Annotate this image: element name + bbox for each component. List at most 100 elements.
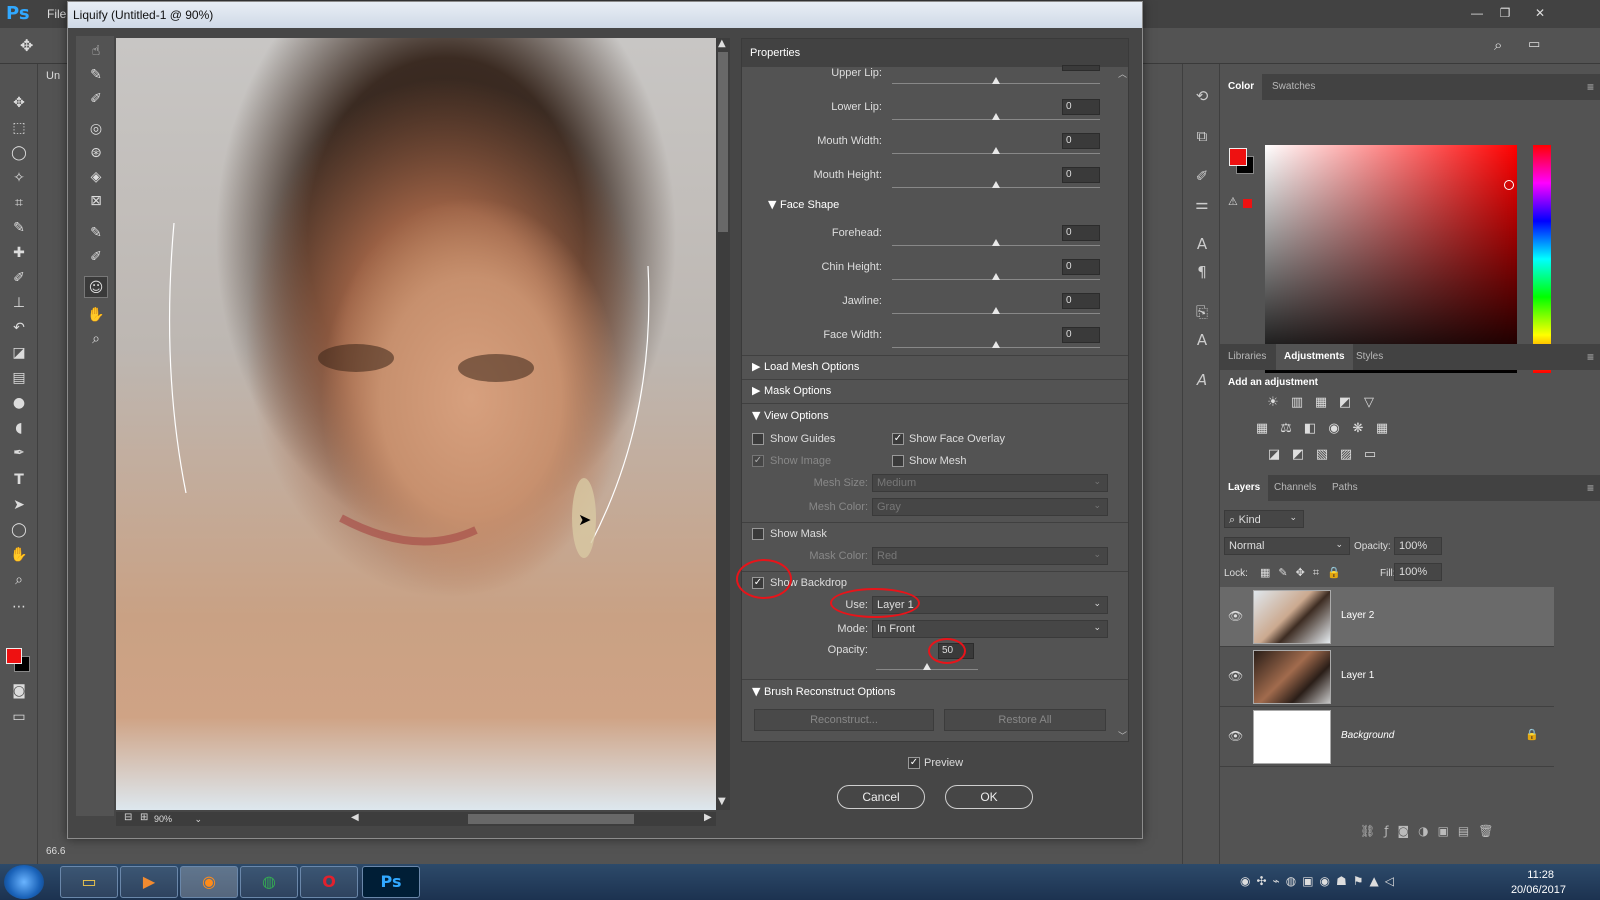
scroll-thumb[interactable] [718, 52, 728, 232]
dodge-icon[interactable]: ◖ [6, 417, 32, 439]
threshold-icon[interactable]: ▧ [1313, 447, 1331, 463]
ok-button[interactable]: OK [945, 785, 1033, 809]
forehead-input[interactable]: 0 [1062, 225, 1100, 241]
show-mask-checkbox[interactable] [752, 528, 764, 540]
search-icon[interactable]: ⌕ [1494, 36, 1502, 54]
reconstruct-icon[interactable]: ✎ [84, 64, 108, 86]
face-width-thumb[interactable] [992, 341, 1000, 348]
pen-icon[interactable]: ✒ [6, 442, 32, 464]
history-brush-icon[interactable]: ↶ [6, 317, 32, 339]
face-width-input[interactable]: 0 [1062, 327, 1100, 343]
cancel-button[interactable]: Cancel [837, 785, 925, 809]
clock-date[interactable]: 20/06/2017 [1511, 884, 1566, 896]
panel-menu-icon[interactable]: ≡ [1587, 74, 1594, 100]
thaw-mask-icon[interactable]: ✐ [84, 246, 108, 268]
type-icon[interactable]: T [6, 469, 32, 491]
mouth-width-thumb[interactable] [992, 147, 1000, 154]
history-icon[interactable]: ⟲ [1189, 84, 1215, 108]
color-lookup-icon[interactable]: ▦ [1373, 421, 1391, 437]
close-icon[interactable]: ✕ [1527, 3, 1553, 23]
mouth-height-input[interactable]: 0 [1062, 167, 1100, 183]
show-mesh-checkbox[interactable] [892, 455, 904, 467]
color-fg-swatch[interactable] [1229, 148, 1247, 166]
blend-mode-select[interactable]: Normal ⌄ [1224, 537, 1350, 555]
layer-row-layer-2[interactable]: 👁 Layer 2 [1220, 587, 1554, 647]
hue-saturation-icon[interactable]: ▦ [1253, 421, 1271, 437]
curves-icon[interactable]: ▦ [1312, 395, 1330, 411]
layer-row-background[interactable]: 👁 Background 🔒 [1220, 707, 1554, 767]
brush-preset-icon[interactable]: ✐ [1189, 164, 1215, 188]
minimize-icon[interactable]: — [1464, 3, 1490, 23]
fill-field[interactable]: 100% [1394, 563, 1442, 581]
scroll-left-icon[interactable]: ◀ [351, 812, 359, 823]
tab-swatches[interactable]: Swatches [1264, 74, 1323, 100]
media-player-taskbar-icon[interactable]: ▶ [120, 866, 178, 898]
brush-reconstruct-toggle[interactable]: ▼ Brush Reconstruct Options [752, 685, 895, 698]
push-left-icon[interactable]: ⊠ [84, 190, 108, 212]
jawline-thumb[interactable] [992, 307, 1000, 314]
eyedropper-icon[interactable]: ✎ [6, 217, 32, 239]
move-tool-icon[interactable]: ✥ [20, 36, 33, 55]
selective-color-icon[interactable]: ▨ [1337, 447, 1355, 463]
preview-checkbox[interactable]: ✓ [908, 757, 920, 769]
marquee-icon[interactable]: ⬚ [6, 117, 32, 139]
mouth-width-input[interactable]: 0 [1062, 133, 1100, 149]
move-icon[interactable]: ✥ [6, 92, 32, 114]
scroll-right-icon[interactable]: ▶ [704, 812, 712, 823]
show-face-overlay-checkbox[interactable]: ✓ [892, 433, 904, 445]
brush-icon[interactable]: ✐ [6, 267, 32, 289]
zoom-out-icon[interactable]: ⊟ [124, 812, 132, 823]
scroll-up-icon[interactable]: ▲ [718, 38, 726, 49]
panel-menu-icon[interactable]: ≡ [1587, 344, 1594, 370]
twirl-icon[interactable]: ◎ [84, 118, 108, 140]
type-style-icon[interactable]: A [1189, 368, 1215, 392]
zoom-icon[interactable]: ⌕ [84, 328, 108, 350]
scroll-up-icon[interactable]: ︿ [1118, 67, 1127, 80]
hand-icon[interactable]: ✋ [6, 544, 32, 566]
panel-menu-icon[interactable]: ≡ [1587, 475, 1594, 501]
channel-mixer-icon[interactable]: ❋ [1349, 421, 1367, 437]
reconstruct-button[interactable]: Reconstruct... [754, 709, 934, 731]
layer-filter-select[interactable]: ⌕ Kind ⌄ [1224, 510, 1304, 528]
workspace-icon[interactable]: ▭ [1528, 37, 1540, 52]
chin-height-thumb[interactable] [992, 273, 1000, 280]
pucker-icon[interactable]: ⊛ [84, 142, 108, 164]
foreground-color-swatch[interactable] [6, 648, 22, 664]
mesh-size-select[interactable]: Medium ⌄ [872, 474, 1108, 492]
magic-wand-icon[interactable]: ✧ [6, 167, 32, 189]
mouth-height-thumb[interactable] [992, 181, 1000, 188]
layer-opacity-field[interactable]: 100% [1394, 537, 1442, 555]
color-balance-icon[interactable]: ⚖ [1277, 421, 1295, 437]
visibility-eye-icon[interactable]: 👁 [1228, 729, 1243, 743]
scroll-down-icon[interactable]: ﹀ [1118, 729, 1127, 742]
crop-icon[interactable]: ⌗ [6, 192, 32, 214]
stamp-icon[interactable]: ⊥ [6, 292, 32, 314]
upper-lip-thumb[interactable] [992, 77, 1000, 84]
tab-adjustments[interactable]: Adjustments [1276, 344, 1353, 370]
vibrance-icon[interactable]: ▽ [1360, 395, 1378, 411]
forehead-thumb[interactable] [992, 239, 1000, 246]
document-tab[interactable]: Un [40, 66, 70, 88]
blur-icon[interactable]: ● [6, 392, 32, 414]
scroll-down-icon[interactable]: ▼ [718, 796, 726, 807]
brightness-icon[interactable]: ☀ [1264, 395, 1282, 411]
lower-lip-thumb[interactable] [992, 113, 1000, 120]
lasso-icon[interactable]: ◯ [6, 142, 32, 164]
jawline-input[interactable]: 0 [1062, 293, 1100, 309]
hand-icon[interactable]: ✋ [84, 304, 108, 326]
liquify-preview-canvas[interactable]: ➤ [116, 38, 716, 810]
mesh-color-select[interactable]: Gray ⌄ [872, 498, 1108, 516]
visibility-eye-icon[interactable]: 👁 [1228, 669, 1243, 683]
clock-time[interactable]: 11:28 [1527, 869, 1554, 881]
smooth-icon[interactable]: ✐ [84, 88, 108, 110]
tab-layers[interactable]: Layers [1220, 475, 1269, 501]
load-mesh-options-toggle[interactable]: ▶ Load Mesh Options [752, 360, 859, 373]
quick-mask-icon[interactable]: ◙ [6, 680, 32, 702]
view-options-toggle[interactable]: ▼ View Options [752, 409, 829, 422]
tab-libraries[interactable]: Libraries [1220, 344, 1274, 370]
tab-styles[interactable]: Styles [1348, 344, 1391, 370]
photoshop-taskbar-icon[interactable]: Ps [362, 866, 420, 898]
lock-options-icons[interactable]: ▦✎✥⌗🔒 [1260, 566, 1349, 580]
firefox-taskbar-icon[interactable]: ◉ [180, 866, 238, 898]
system-tray-icons[interactable]: ◉✣⌁◍▣◉☗⚑▲◁ [1240, 874, 1400, 888]
